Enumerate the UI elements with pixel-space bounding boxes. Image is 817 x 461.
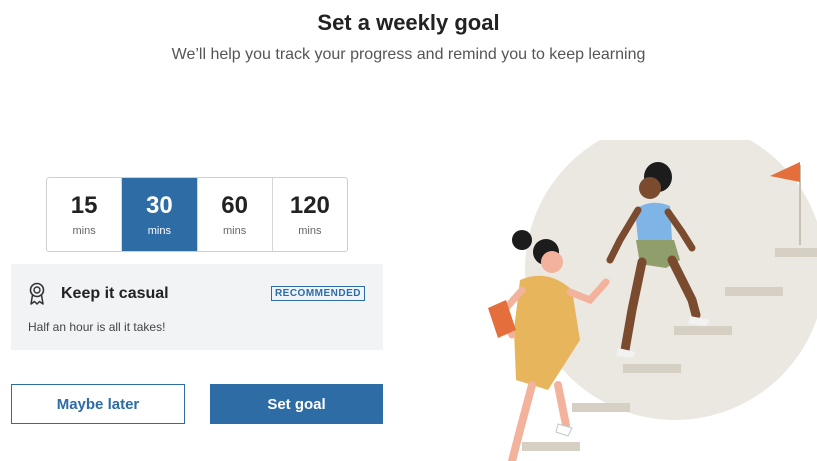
goal-option-value: 15 [70, 191, 98, 219]
goal-option-15[interactable]: 15 mins [47, 178, 123, 251]
stair [674, 326, 732, 335]
goal-option-value: 30 [146, 191, 173, 219]
goal-option-value: 60 [221, 191, 248, 219]
goal-option-unit: mins [147, 224, 171, 237]
page-subtitle: We’ll help you track your progress and r… [171, 46, 646, 63]
recommended-badge: RECOMMENDED [270, 286, 365, 301]
goal-options: 15 mins 30 mins 60 mins 120 mins [46, 177, 348, 252]
set-goal-button[interactable]: Set goal [210, 384, 383, 424]
recommendation-text: Half an hour is all it takes! [28, 320, 166, 334]
stair [522, 442, 580, 451]
recommendation-heading: Keep it casual [61, 285, 169, 302]
recommendation-panel: Keep it casual RECOMMENDED Half an hour … [11, 264, 383, 350]
goal-option-unit: mins [72, 224, 96, 237]
stair [572, 403, 630, 412]
award-ribbon-icon [29, 282, 45, 305]
goal-option-60[interactable]: 60 mins [198, 178, 273, 251]
recommendation-header: Keep it casual [27, 282, 169, 306]
stair [623, 364, 681, 373]
goal-option-value: 120 [289, 191, 330, 219]
goal-option-30[interactable]: 30 mins [122, 178, 198, 251]
page-title: Set a weekly goal [317, 10, 500, 35]
stair [775, 248, 817, 257]
climbing-stairs-illustration [488, 140, 817, 461]
maybe-later-button[interactable]: Maybe later [11, 384, 185, 424]
goal-option-120[interactable]: 120 mins [273, 178, 347, 251]
goal-option-unit: mins [223, 224, 247, 237]
goal-option-unit: mins [298, 224, 322, 237]
stair [725, 287, 783, 296]
